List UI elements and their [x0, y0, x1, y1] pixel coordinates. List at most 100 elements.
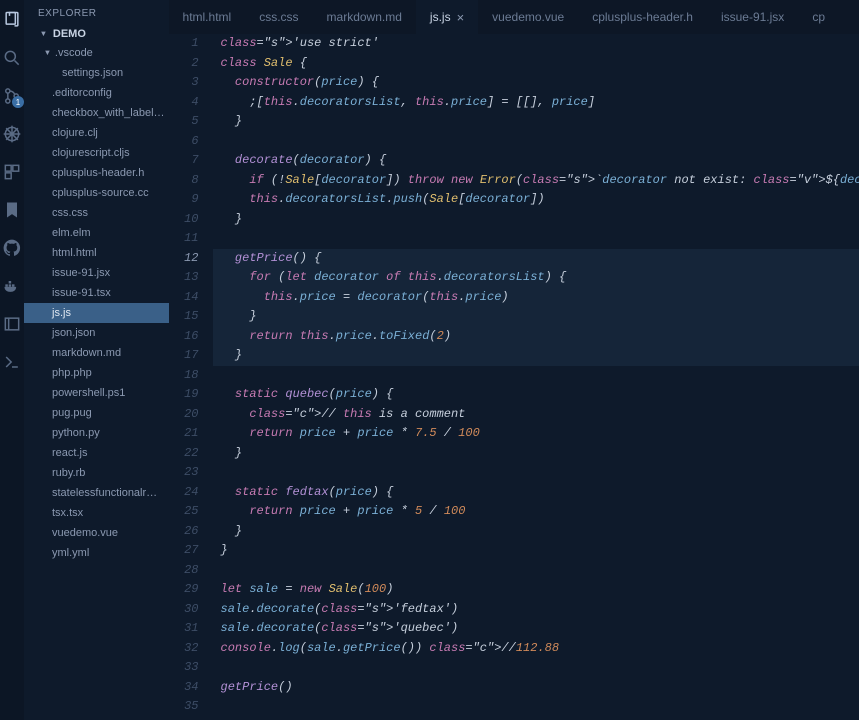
code-line[interactable]: } — [213, 210, 859, 230]
code-line[interactable]: this.decoratorsList.push(Sale[decorator]… — [213, 190, 859, 210]
bookmark-icon[interactable] — [0, 198, 24, 222]
file-tree-item[interactable]: json.json — [24, 323, 169, 343]
file-label: pug.pug — [52, 404, 92, 422]
code-line[interactable]: } — [213, 522, 859, 542]
code-line[interactable]: } — [213, 307, 859, 327]
file-tree-item[interactable]: react.js — [24, 443, 169, 463]
file-tree-item[interactable]: checkbox_with_label… — [24, 103, 169, 123]
file-tree-item[interactable]: elm.elm — [24, 223, 169, 243]
code-line[interactable]: if (!Sale[decorator]) throw new Error(cl… — [213, 171, 859, 191]
editor-tab[interactable]: html.html — [169, 0, 246, 34]
editor[interactable]: 1234567891011121314151617181920212223242… — [169, 34, 859, 720]
extensions-icon[interactable] — [0, 160, 24, 184]
editor-tab[interactable]: js.js × — [416, 0, 478, 34]
line-number: 25 — [169, 502, 199, 522]
code-line[interactable]: static fedtax(price) { — [213, 483, 859, 503]
file-tree-item[interactable]: yml.yml — [24, 543, 169, 563]
line-number: 15 — [169, 307, 199, 327]
file-tree-item[interactable]: .editorconfig — [24, 83, 169, 103]
code-line[interactable] — [213, 463, 859, 483]
code-line[interactable]: sale.decorate(class="s">'fedtax') — [213, 600, 859, 620]
file-label: js.js — [52, 304, 71, 322]
editor-tab[interactable]: cplusplus-header.h — [578, 0, 707, 34]
code-line[interactable]: sale.decorate(class="s">'quebec') — [213, 619, 859, 639]
code-line[interactable]: } — [213, 541, 859, 561]
debug-icon[interactable] — [0, 122, 24, 146]
file-tree-item[interactable]: vuedemo.vue — [24, 523, 169, 543]
line-number: 31 — [169, 619, 199, 639]
file-tree-item[interactable]: ruby.rb — [24, 463, 169, 483]
file-tree-item[interactable]: html.html — [24, 243, 169, 263]
file-tree-item[interactable]: issue-91.tsx — [24, 283, 169, 303]
file-tree-item[interactable]: powershell.ps1 — [24, 383, 169, 403]
editor-tab[interactable]: vuedemo.vue — [478, 0, 578, 34]
search-icon[interactable] — [0, 46, 24, 70]
explorer-icon[interactable] — [0, 8, 24, 32]
code-line[interactable]: class="s">'use strict' — [213, 34, 859, 54]
file-tree-item[interactable]: pug.pug — [24, 403, 169, 423]
tab-label: markdown.md — [327, 10, 402, 24]
code-line[interactable]: return this.price.toFixed(2) — [213, 327, 859, 347]
code-line[interactable] — [213, 229, 859, 249]
code-line[interactable]: console.log(sale.getPrice()) class="c">/… — [213, 639, 859, 659]
docker-icon[interactable] — [0, 274, 24, 298]
code-line[interactable]: class Sale { — [213, 54, 859, 74]
code-line[interactable] — [213, 366, 859, 386]
tab-label: js.js — [430, 10, 451, 24]
code-line[interactable]: return price + price * 5 / 100 — [213, 502, 859, 522]
line-number: 2 — [169, 54, 199, 74]
file-tree-item[interactable]: cplusplus-header.h — [24, 163, 169, 183]
file-label: .vscode — [55, 44, 93, 62]
code-line[interactable]: } — [213, 346, 859, 366]
code-line[interactable]: for (let decorator of this.decoratorsLis… — [213, 268, 859, 288]
editor-tab[interactable]: markdown.md — [313, 0, 416, 34]
terminal-icon[interactable] — [0, 350, 24, 374]
code-line[interactable]: class="c">// this is a comment — [213, 405, 859, 425]
file-tree-item[interactable]: markdown.md — [24, 343, 169, 363]
file-tree-item[interactable]: clojure.clj — [24, 123, 169, 143]
line-number: 9 — [169, 190, 199, 210]
file-tree-item[interactable]: cplusplus-source.cc — [24, 183, 169, 203]
code-line[interactable] — [213, 132, 859, 152]
close-icon[interactable]: × — [457, 10, 465, 25]
code-line[interactable]: getPrice() { — [213, 249, 859, 269]
file-tree-item[interactable]: php.php — [24, 363, 169, 383]
code-line[interactable]: static quebec(price) { — [213, 385, 859, 405]
tab-label: html.html — [183, 10, 232, 24]
file-label: cplusplus-source.cc — [52, 184, 149, 202]
file-tree-item[interactable]: python.py — [24, 423, 169, 443]
github-icon[interactable] — [0, 236, 24, 260]
line-number: 19 — [169, 385, 199, 405]
code-area[interactable]: class="s">'use strict'class Sale { const… — [213, 34, 859, 720]
code-line[interactable] — [213, 561, 859, 581]
file-tree-item[interactable]: issue-91.jsx — [24, 263, 169, 283]
code-line[interactable]: } — [213, 444, 859, 464]
file-tree-item[interactable]: js.js — [24, 303, 169, 323]
file-tree-item[interactable]: statelessfunctionalr… — [24, 483, 169, 503]
line-number: 23 — [169, 463, 199, 483]
code-line[interactable]: getPrice() — [213, 678, 859, 698]
file-tree-item[interactable]: tsx.tsx — [24, 503, 169, 523]
code-line[interactable]: let sale = new Sale(100) — [213, 580, 859, 600]
code-line[interactable]: ;[this.decoratorsList, this.price] = [[]… — [213, 93, 859, 113]
code-line[interactable] — [213, 658, 859, 678]
line-number: 20 — [169, 405, 199, 425]
editor-tab[interactable]: issue-91.jsx — [707, 0, 798, 34]
code-line[interactable]: return price + price * 7.5 / 100 — [213, 424, 859, 444]
file-tree-item[interactable]: settings.json — [24, 63, 169, 83]
editor-tab[interactable]: cp — [798, 0, 839, 34]
project-icon[interactable] — [0, 312, 24, 336]
line-number: 21 — [169, 424, 199, 444]
editor-tab[interactable]: css.css — [245, 0, 312, 34]
line-number: 4 — [169, 93, 199, 113]
folder-header[interactable]: ▼ DEMO — [24, 25, 169, 43]
code-line[interactable]: constructor(price) { — [213, 73, 859, 93]
file-tree-item[interactable]: ▼.vscode — [24, 43, 169, 63]
source-control-icon[interactable]: 1 — [0, 84, 24, 108]
file-tree-item[interactable]: css.css — [24, 203, 169, 223]
code-line[interactable]: this.price = decorator(this.price) — [213, 288, 859, 308]
file-tree-item[interactable]: clojurescript.cljs — [24, 143, 169, 163]
code-line[interactable]: decorate(decorator) { — [213, 151, 859, 171]
code-line[interactable]: } — [213, 112, 859, 132]
code-line[interactable] — [213, 697, 859, 717]
